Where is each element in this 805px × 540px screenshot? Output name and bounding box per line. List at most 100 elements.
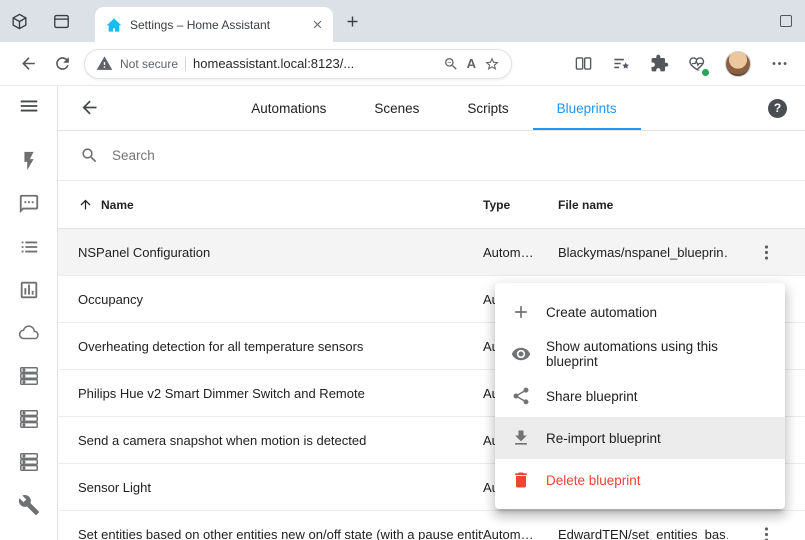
hamburger-menu-icon [18,95,40,117]
workspaces-icon [10,12,29,31]
table-row[interactable]: NSPanel Configuration Autom… Blackymas/n… [58,229,805,276]
split-screen-icon [574,54,593,73]
ha-header: Automations Scenes Scripts Blueprints ? [58,86,805,131]
sidebar-item-server-1[interactable] [0,354,57,397]
window-restore-button[interactable] [780,15,792,27]
column-header-file[interactable]: File name [558,198,728,212]
row-overflow-button[interactable] [755,240,779,264]
sort-ascending-icon [78,197,93,212]
workspaces-button[interactable] [8,10,30,32]
menu-item-show-automations[interactable]: Show automations using this blueprint [495,333,785,375]
more-horizontal-icon [770,54,789,73]
row-type: Autom… [483,527,558,540]
new-tab-button[interactable] [344,13,361,30]
tab-actions-button[interactable] [50,10,72,32]
extensions-button[interactable] [649,54,669,74]
plus-icon [511,302,531,322]
cloud-icon [18,322,40,344]
help-button[interactable]: ? [768,99,787,118]
browser-toolbar: Not secure homeassistant.local:8123/... … [0,42,805,86]
row-type: Autom… [483,245,558,260]
kebab-menu-icon [757,243,776,262]
browser-window: Settings – Home Assistant Not secure hom… [0,0,805,540]
row-name: Occupancy [58,292,483,307]
favorites-icon [612,54,631,73]
plus-icon [344,13,361,30]
sidebar-item-logbook[interactable] [0,182,57,225]
sidebar-item-server-2[interactable] [0,397,57,440]
server-icon [18,365,40,387]
zoom-out-icon [443,56,459,72]
essentials-status-dot [701,68,710,77]
menu-item-create-automation[interactable]: Create automation [495,291,785,333]
wrench-icon [18,494,40,516]
tab-automations[interactable]: Automations [227,86,350,130]
ha-back-button[interactable] [78,97,100,119]
refresh-button[interactable] [52,54,72,74]
sidebar-item-cloud[interactable] [0,311,57,354]
address-bar[interactable]: Not secure homeassistant.local:8123/... … [84,49,512,79]
row-name: Overheating detection for all temperatur… [58,339,483,354]
chat-bubble-icon [18,193,40,215]
search-icon [80,146,99,165]
url-text: homeassistant.local:8123/... [193,56,436,71]
row-name: Send a camera snapshot when motion is de… [58,433,483,448]
sidebar-menu-button[interactable] [0,86,57,126]
star-outline-icon [484,56,500,72]
column-header-name[interactable]: Name [58,197,483,212]
search-input[interactable] [112,148,532,163]
split-screen-button[interactable] [573,54,593,74]
import-download-icon [511,428,531,448]
favorite-this-page-button[interactable] [483,55,500,72]
back-button[interactable] [18,54,38,74]
table-row[interactable]: Set entities based on other entities new… [58,511,805,540]
sidebar-item-history[interactable] [0,268,57,311]
sidebar-item-server-3[interactable] [0,440,57,483]
column-header-type[interactable]: Type [483,198,558,212]
toolbar-right-icons [573,51,793,77]
tab-blueprints[interactable]: Blueprints [533,86,641,130]
tab-scripts[interactable]: Scripts [443,86,532,130]
read-aloud-button[interactable]: A [467,56,476,71]
not-secure-warning-icon [96,55,113,72]
menu-item-reimport-blueprint[interactable]: Re-import blueprint [495,417,785,459]
chart-box-icon [18,279,40,301]
row-name: Set entities based on other entities new… [58,527,483,540]
ha-tab-bar: Automations Scenes Scripts Blueprints [100,86,768,130]
profile-avatar[interactable] [725,51,751,77]
back-arrow-icon [19,54,38,73]
sidebar-item-developer-tools[interactable] [0,483,57,526]
home-assistant-favicon [106,17,122,33]
menu-item-share-blueprint[interactable]: Share blueprint [495,375,785,417]
trash-icon [511,470,531,490]
row-overflow-button[interactable] [755,522,779,540]
search-row [58,131,805,181]
extensions-puzzle-icon [650,54,669,73]
browser-essentials-button[interactable] [687,54,707,74]
refresh-icon [53,54,72,73]
address-divider [185,57,186,71]
row-name: NSPanel Configuration [58,245,483,260]
browser-titlebar: Settings – Home Assistant [0,0,805,42]
eye-icon [511,344,531,364]
read-aloud-icon: A [467,56,476,71]
list-icon [18,236,40,258]
tab-title: Settings – Home Assistant [130,18,301,32]
sidebar-item-todo-list[interactable] [0,225,57,268]
row-name: Philips Hue v2 Smart Dimmer Switch and R… [58,386,483,401]
tab-scenes[interactable]: Scenes [350,86,443,130]
blueprint-context-menu: Create automation Show automations using… [495,283,785,509]
sidebar-item-energy[interactable] [0,139,57,182]
menu-item-delete-blueprint[interactable]: Delete blueprint [495,459,785,501]
server-icon [18,408,40,430]
tab-actions-icon [52,12,71,31]
row-name: Sensor Light [58,480,483,495]
zoom-out-button[interactable] [443,55,460,72]
close-icon [311,18,324,31]
tab-close-button[interactable] [309,17,325,33]
browser-menu-button[interactable] [769,54,789,74]
server-icon [18,451,40,473]
table-header: Name Type File name [58,181,805,229]
browser-tab[interactable]: Settings – Home Assistant [95,7,333,42]
favorites-button[interactable] [611,54,631,74]
